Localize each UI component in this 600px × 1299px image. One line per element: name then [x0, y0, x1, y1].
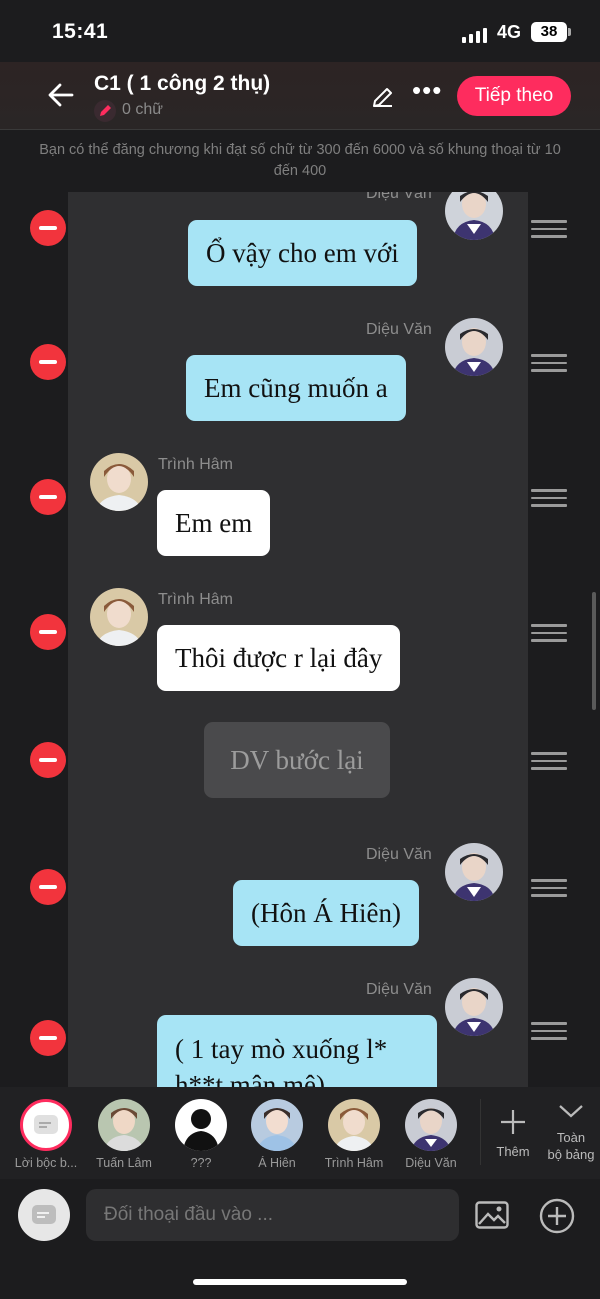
image-icon[interactable] — [475, 1201, 509, 1229]
character-label: Trình Hâm — [324, 1156, 384, 1170]
network-type: 4G — [497, 22, 522, 42]
dialogue-list[interactable]: Diệu Văn Ổ vậy cho em với Diệu Văn Em cũ… — [0, 192, 600, 1087]
word-count: 0 chữ — [122, 101, 163, 118]
drag-handle-icon[interactable] — [531, 1022, 567, 1042]
show-all-button[interactable]: Toàn bộ bảng — [543, 1101, 599, 1163]
avatar[interactable] — [445, 843, 503, 901]
character-strip: Lời bộc b... Tuấn Lâm ??? Á Hiên Trình H… — [0, 1087, 600, 1179]
avatar[interactable] — [445, 318, 503, 376]
avatar[interactable] — [445, 978, 503, 1036]
drag-handle-icon[interactable] — [531, 220, 567, 240]
delete-row-icon[interactable] — [30, 614, 66, 650]
silhouette-avatar — [175, 1099, 227, 1151]
signal-icon — [462, 28, 487, 43]
more-options-icon[interactable]: ••• — [412, 77, 444, 110]
speaker-name: Diệu Văn — [366, 321, 432, 338]
avatar — [328, 1099, 380, 1151]
back-arrow-icon[interactable] — [46, 80, 76, 110]
plus-icon — [501, 1110, 525, 1134]
scrollbar[interactable] — [592, 592, 596, 710]
character-label: Lời bộc b... — [14, 1156, 78, 1170]
add-character-button[interactable]: Thêm — [490, 1107, 536, 1159]
delete-row-icon[interactable] — [30, 344, 66, 380]
character-trinh-ham[interactable]: Trình Hâm — [314, 1099, 394, 1170]
delete-row-icon[interactable] — [30, 742, 66, 778]
character-tuan-lam[interactable]: Tuấn Lâm — [84, 1099, 164, 1170]
show-all-label-2: bộ bảng — [547, 1147, 595, 1162]
battery-icon: 38 — [531, 22, 571, 42]
show-all-label-1: Toàn — [556, 1130, 586, 1145]
dialogue-bubble[interactable]: Em cũng muốn a — [186, 355, 406, 421]
avatar[interactable] — [90, 588, 148, 646]
input-bar — [0, 1179, 600, 1299]
status-time: 15:41 — [52, 20, 109, 43]
dialogue-bubble[interactable]: Ổ vậy cho em với — [188, 220, 417, 286]
dialogue-bubble-line: h**t mân mê) — [175, 1070, 325, 1087]
add-circle-icon[interactable] — [538, 1197, 576, 1235]
drag-handle-icon[interactable] — [531, 752, 567, 772]
drag-handle-icon[interactable] — [531, 489, 567, 509]
next-button[interactable]: Tiếp theo — [457, 76, 571, 116]
drag-handle-icon[interactable] — [531, 354, 567, 374]
delete-row-icon[interactable] — [30, 1020, 66, 1056]
dialogue-bubble[interactable]: ( 1 tay mò xuống l* h**t mân mê) — [157, 1015, 437, 1087]
character-unknown[interactable]: ??? — [161, 1099, 241, 1170]
dialogue-bubble[interactable]: (Hôn Á Hiên) — [233, 880, 419, 946]
editor-header: C1 ( 1 công 2 thụ) 0 chữ ••• Tiếp theo — [0, 62, 600, 130]
narrator-icon — [20, 1099, 72, 1151]
delete-row-icon[interactable] — [30, 210, 66, 246]
dialogue-bubble-line: ( 1 tay mò xuống l* — [175, 1034, 388, 1064]
status-bar: 15:41 4G 38 — [0, 0, 600, 62]
dialogue-bubble[interactable]: Em em — [157, 490, 271, 556]
chapter-title[interactable]: C1 ( 1 công 2 thụ) — [94, 72, 270, 96]
dialogue-bubble[interactable]: Thôi được r lại đây — [157, 625, 401, 691]
speaker-name: Diệu Văn — [366, 981, 432, 998]
drag-handle-icon[interactable] — [531, 879, 567, 899]
narration-bubble[interactable]: DV bước lại — [204, 722, 390, 798]
add-character-label: Thêm — [496, 1144, 530, 1159]
avatar — [251, 1099, 303, 1151]
character-label: Á Hiên — [258, 1156, 296, 1170]
character-label: ??? — [190, 1156, 212, 1170]
character-a-hien[interactable]: Á Hiên — [237, 1099, 317, 1170]
character-dieu-van[interactable]: Diệu Văn — [391, 1099, 471, 1170]
character-narrator[interactable]: Lời bộc b... — [6, 1099, 86, 1170]
character-label: Tuấn Lâm — [96, 1156, 152, 1170]
narrator-icon — [32, 1205, 56, 1224]
avatar — [405, 1099, 457, 1151]
dialogue-input[interactable] — [86, 1189, 459, 1241]
edit-pencil-icon[interactable] — [370, 84, 396, 110]
publish-requirement-notice: Bạn có thể đăng chương khi đạt số chữ từ… — [0, 130, 600, 192]
pen-badge-icon — [94, 100, 116, 122]
strip-divider — [480, 1099, 481, 1165]
speaker-name: Diệu Văn — [366, 192, 432, 202]
chevron-down-icon — [559, 1105, 583, 1118]
narration-mode-button[interactable] — [18, 1189, 70, 1241]
speaker-name: Trình Hâm — [158, 591, 233, 608]
home-indicator[interactable] — [193, 1279, 407, 1285]
drag-handle-icon[interactable] — [531, 624, 567, 644]
speaker-name: Trình Hâm — [158, 456, 233, 473]
avatar — [98, 1099, 150, 1151]
delete-row-icon[interactable] — [30, 869, 66, 905]
delete-row-icon[interactable] — [30, 479, 66, 515]
speaker-name: Diệu Văn — [366, 846, 432, 863]
avatar[interactable] — [90, 453, 148, 511]
character-label: Diệu Văn — [405, 1156, 457, 1170]
